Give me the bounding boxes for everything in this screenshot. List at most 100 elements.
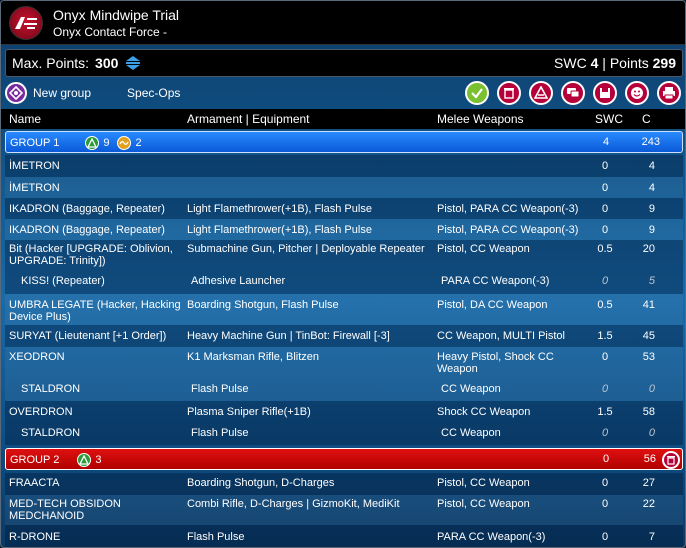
unit-name: IKADRON (Baggage, Repeater) bbox=[9, 203, 165, 215]
group-2-label-wrap: GROUP 2 3 bbox=[10, 453, 101, 467]
table-row[interactable]: XEODRON K1 Marksman Rifle, Blitzen Heavy… bbox=[5, 347, 683, 377]
table-row[interactable]: IKADRON (Baggage, Repeater) Light Flamet… bbox=[5, 198, 683, 219]
unit-cost: 53 bbox=[642, 351, 655, 363]
table-row[interactable]: İMETRON 0 4 bbox=[5, 155, 683, 177]
points-stepper-icon[interactable] bbox=[124, 54, 142, 72]
unit-cost: 27 bbox=[642, 477, 655, 489]
table-row[interactable]: FRAACTA Boarding Shotgun, D-Charges Pist… bbox=[5, 473, 683, 495]
table-row[interactable]: İMETRON 0 4 bbox=[5, 177, 683, 198]
unit-name: İMETRON bbox=[9, 160, 60, 172]
unit-swc: 0 bbox=[601, 383, 609, 395]
army-icon[interactable] bbox=[529, 81, 553, 105]
unit-cost: 4 bbox=[648, 182, 655, 194]
spec-ops-button[interactable]: Spec-Ops bbox=[127, 86, 180, 100]
unit-armament: Adhesive Launcher bbox=[191, 275, 286, 287]
table-row[interactable]: Bit (Hacker [UPGRADE: Oblivion, UPGRADE:… bbox=[5, 240, 683, 268]
table-row[interactable]: OVERDRON Plasma Sniper Rifle(+1B) Shock … bbox=[5, 401, 683, 423]
unit-cost: 20 bbox=[642, 243, 655, 255]
unit-melee: CC Weapon bbox=[441, 383, 501, 395]
list-title: Onyx Mindwipe Trial bbox=[53, 6, 180, 23]
group-2-regular-orders: 3 bbox=[95, 454, 102, 466]
new-group-label: New group bbox=[33, 86, 92, 100]
unit-melee: Pistol, CC Weapon bbox=[437, 498, 530, 510]
unit-swc: 0 bbox=[601, 477, 609, 489]
unit-armament: Combi Rifle, D-Charges | GizmoKit, MediK… bbox=[187, 498, 400, 510]
totals: SWC 4 | Points 299 bbox=[554, 55, 676, 71]
unit-armament: Flash Pulse bbox=[191, 427, 249, 439]
unit-swc: 0 bbox=[601, 351, 609, 363]
col-melee: Melee Weapons bbox=[437, 112, 524, 126]
unit-swc: 0 bbox=[601, 275, 609, 287]
toolbar: New group Spec-Ops bbox=[5, 79, 683, 107]
new-group-button[interactable]: New group bbox=[5, 82, 91, 104]
max-points-value: 300 bbox=[95, 55, 119, 71]
unit-melee: CC Weapon, MULTI Pistol bbox=[437, 330, 565, 342]
unit-melee: Pistol, PARA CC Weapon(-3) bbox=[437, 203, 579, 215]
new-group-icon bbox=[5, 82, 27, 104]
army-list-window: Onyx Mindwipe Trial Onyx Contact Force -… bbox=[0, 0, 686, 548]
unit-name: XEODRON bbox=[9, 351, 65, 363]
unit-melee: CC Weapon bbox=[441, 427, 501, 439]
unit-swc: 0 bbox=[601, 498, 609, 510]
unit-armament: Plasma Sniper Rifle(+1B) bbox=[187, 406, 311, 418]
unit-melee: Pistol, CC Weapon bbox=[437, 477, 530, 489]
check-icon[interactable] bbox=[465, 81, 489, 105]
delete-group-icon[interactable] bbox=[662, 451, 680, 469]
max-points-label: Max. Points: bbox=[12, 55, 90, 71]
table-row[interactable]: UMBRA LEGATE (Hacker, Hacking Device Plu… bbox=[5, 294, 683, 325]
group-1-label-wrap: GROUP 1 9 2 bbox=[10, 136, 142, 150]
list-subtitle: Onyx Contact Force - bbox=[53, 24, 168, 39]
unit-armament: Flash Pulse bbox=[187, 531, 245, 543]
unit-name: MED-TECH OBSIDON MEDCHANOID bbox=[9, 498, 121, 522]
unit-melee: Pistol, PARA CC Weapon(-3) bbox=[437, 224, 579, 236]
table-row[interactable]: STALDRON Flash Pulse CC Weapon 0 0 bbox=[5, 423, 683, 445]
unit-melee: Shock CC Weapon bbox=[437, 406, 531, 418]
unit-armament: Submachine Gun, Pitcher | Deployable Rep… bbox=[187, 243, 425, 255]
group-header-1[interactable]: GROUP 1 9 2 4 243 bbox=[5, 131, 683, 153]
unit-list: GROUP 1 9 2 4 243 İMETRON 0 4 İMETRON 0 … bbox=[5, 131, 683, 547]
group-2-label: GROUP 2 bbox=[10, 454, 60, 466]
group-1-label: GROUP 1 bbox=[10, 137, 60, 149]
col-swc: SWC bbox=[595, 112, 623, 126]
unit-swc: 1.5 bbox=[597, 406, 613, 418]
group-1-swc: 4 bbox=[602, 136, 610, 148]
unit-cost: 9 bbox=[648, 203, 655, 215]
unit-swc: 0 bbox=[601, 203, 609, 215]
group-1-c: 243 bbox=[641, 136, 660, 148]
table-row[interactable]: IKADRON (Baggage, Repeater) Light Flamet… bbox=[5, 219, 683, 240]
points-bar: Max. Points: 300 SWC 4 | Points 299 bbox=[5, 49, 683, 77]
unit-name: STALDRON bbox=[21, 383, 81, 395]
unit-name: KISS! (Repeater) bbox=[21, 275, 105, 287]
unit-melee: Pistol, CC Weapon bbox=[437, 243, 530, 255]
regular-order-icon bbox=[77, 453, 92, 467]
title-bar: Onyx Mindwipe Trial Onyx Contact Force - bbox=[1, 1, 685, 45]
table-row[interactable]: R-DRONE Flash Pulse PARA CC Weapon(-3) 0… bbox=[5, 525, 683, 547]
col-c: C bbox=[642, 112, 651, 126]
unit-name: OVERDRON bbox=[9, 406, 73, 418]
smiley-icon[interactable] bbox=[625, 81, 649, 105]
unit-armament: Flash Pulse bbox=[191, 383, 249, 395]
unit-cost: 41 bbox=[642, 299, 655, 311]
group-header-2[interactable]: GROUP 2 3 0 56 bbox=[5, 448, 683, 470]
print-icon[interactable] bbox=[657, 81, 681, 105]
faction-logo bbox=[9, 5, 43, 40]
unit-armament: K1 Marksman Rifle, Blitzen bbox=[187, 351, 320, 363]
unit-armament: Heavy Machine Gun | TinBot: Firewall [-3… bbox=[187, 330, 390, 342]
group-2-c: 56 bbox=[643, 453, 656, 465]
unit-name: IKADRON (Baggage, Repeater) bbox=[9, 224, 165, 236]
trash-icon[interactable] bbox=[497, 81, 521, 105]
unit-swc: 0 bbox=[601, 160, 609, 172]
table-row[interactable]: STALDRON Flash Pulse CC Weapon 0 0 bbox=[5, 377, 683, 401]
table-row[interactable]: SURYAT (Lieutenant [+1 Order]) Heavy Mac… bbox=[5, 325, 683, 347]
points-total-label: Points bbox=[609, 55, 649, 71]
column-header: Name Armament | Equipment Melee Weapons … bbox=[1, 109, 685, 129]
totals-separator: | bbox=[602, 55, 606, 71]
unit-cost: 22 bbox=[642, 498, 655, 510]
table-row[interactable]: KISS! (Repeater) Adhesive Launcher PARA … bbox=[5, 268, 683, 294]
unit-cost: 4 bbox=[648, 160, 655, 172]
save-icon[interactable] bbox=[593, 81, 617, 105]
table-row[interactable]: MED-TECH OBSIDON MEDCHANOID Combi Rifle,… bbox=[5, 495, 683, 525]
unit-swc: 0.5 bbox=[597, 243, 613, 255]
unit-cost: 7 bbox=[648, 531, 655, 543]
chat-icon[interactable] bbox=[561, 81, 585, 105]
